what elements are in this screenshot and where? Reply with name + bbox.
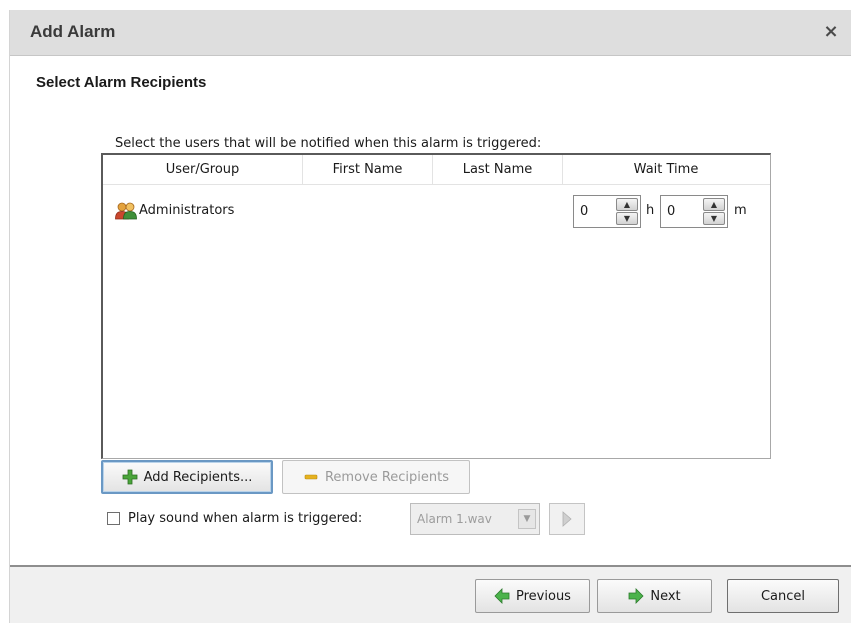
play-sound-button[interactable] (549, 503, 585, 535)
play-sound-checkbox[interactable] (107, 512, 120, 525)
instruction-text: Select the users that will be notified w… (115, 136, 542, 151)
column-header-wait-time[interactable]: Wait Time (563, 155, 769, 185)
next-label: Next (650, 588, 681, 604)
cancel-button[interactable]: Cancel (727, 579, 839, 613)
wait-minutes-spin-buttons: ▲ ▼ (703, 198, 725, 225)
decrement-minutes-button[interactable]: ▼ (703, 212, 725, 225)
dialog-footer: Previous Next Cancel (10, 567, 851, 623)
remove-recipients-button[interactable]: Remove Recipients (282, 460, 470, 494)
wait-minutes-value: 0 (667, 204, 676, 219)
dialog-title: Add Alarm (30, 22, 116, 41)
column-header-first-name[interactable]: First Name (303, 155, 433, 185)
decrement-hours-button[interactable]: ▼ (616, 212, 638, 225)
wait-hours-spin-buttons: ▲ ▼ (616, 198, 638, 225)
grid-header: User/Group First Name Last Name Wait Tim… (103, 155, 770, 185)
dialog-titlebar: Add Alarm × (10, 10, 851, 56)
play-sound-label: Play sound when alarm is triggered: (128, 511, 363, 526)
user-group-icon (115, 202, 137, 220)
plus-icon (122, 469, 137, 485)
background-strip (0, 0, 851, 10)
remove-recipients-label: Remove Recipients (324, 469, 450, 485)
arrow-left-icon (494, 588, 510, 604)
section-heading: Select Alarm Recipients (36, 74, 207, 91)
increment-hours-button[interactable]: ▲ (616, 198, 638, 211)
cancel-label: Cancel (760, 588, 806, 604)
play-icon (562, 511, 572, 527)
hours-unit-label: h (646, 203, 655, 218)
add-recipients-button[interactable]: Add Recipients... (101, 460, 273, 494)
add-recipients-label: Add Recipients... (143, 469, 253, 485)
next-button[interactable]: Next (597, 579, 712, 613)
arrow-right-icon (628, 588, 644, 604)
chevron-down-icon[interactable]: ▼ (518, 509, 536, 529)
alarm-sound-value: Alarm 1.wav (417, 512, 492, 526)
previous-label: Previous (516, 588, 571, 604)
recipients-grid: User/Group First Name Last Name Wait Tim… (101, 153, 771, 459)
wait-minutes-stepper[interactable]: 0 ▲ ▼ (660, 195, 728, 228)
alarm-sound-select[interactable]: Alarm 1.wav ▼ (410, 503, 540, 535)
increment-minutes-button[interactable]: ▲ (703, 198, 725, 211)
previous-button[interactable]: Previous (475, 579, 590, 613)
wait-hours-value: 0 (580, 204, 589, 219)
minutes-unit-label: m (734, 203, 747, 218)
column-header-last-name[interactable]: Last Name (433, 155, 563, 185)
minus-icon (304, 474, 318, 480)
row-user-group: Administrators (139, 203, 235, 218)
close-icon[interactable]: × (820, 20, 842, 44)
add-alarm-dialog: Add Alarm × Select Alarm Recipients Sele… (9, 10, 851, 623)
wait-hours-stepper[interactable]: 0 ▲ ▼ (573, 195, 641, 228)
table-row[interactable]: Administrators 0 ▲ ▼ h 0 ▲ ▼ m (103, 193, 770, 231)
column-header-user-group[interactable]: User/Group (103, 155, 303, 185)
